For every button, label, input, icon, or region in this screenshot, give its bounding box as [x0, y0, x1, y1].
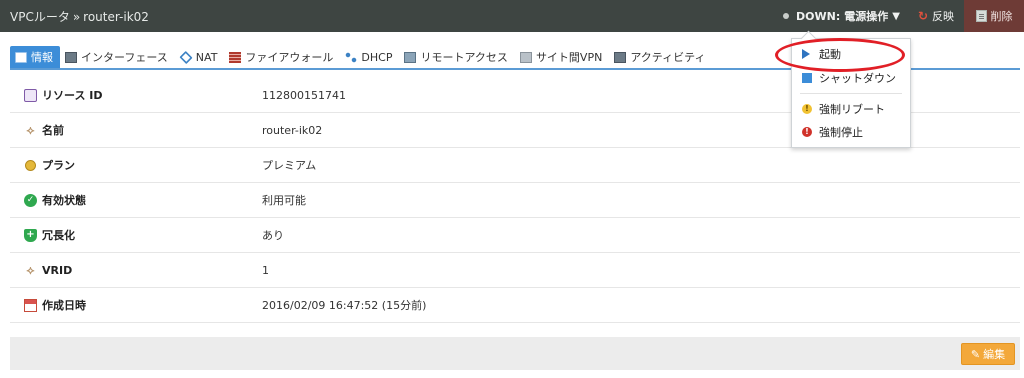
top-actions: DOWN: 電源操作 ▼ ↻ 反映 削除 — [783, 0, 1024, 32]
breadcrumb-parent-link[interactable]: VPCルータ — [10, 10, 70, 24]
power-dropdown-menu: 起動 シャットダウン ! 強制リブート ! 強制停止 — [791, 38, 911, 148]
detail-label: ⟡ 名前 — [10, 122, 262, 138]
tab-label: アクティビティ — [630, 51, 706, 64]
detail-value: 2016/02/09 16:47:52 (15分前) — [262, 299, 427, 312]
power-operation-label: 電源操作 — [844, 10, 889, 23]
caret-down-icon: ▼ — [892, 10, 900, 22]
menu-item-label: 起動 — [819, 48, 841, 61]
reflect-button[interactable]: ↻ 反映 — [918, 8, 954, 24]
tab-nat[interactable]: NAT — [175, 46, 225, 68]
warning-icon: ! — [802, 104, 812, 114]
id-card-icon — [24, 88, 37, 102]
trash-icon — [975, 10, 987, 22]
tab-label: 情報 — [31, 51, 53, 64]
tab-interface[interactable]: インターフェース — [60, 46, 175, 68]
check-circle-icon: ✓ — [24, 193, 37, 207]
detail-value: あり — [262, 229, 284, 242]
tag-icon: ⟡ — [26, 122, 35, 137]
edit-button[interactable]: ✎ 編集 — [961, 343, 1015, 365]
tag-icon: ⟡ — [26, 262, 35, 277]
remote-icon — [404, 51, 417, 63]
tab-label: NAT — [195, 50, 218, 64]
detail-row-availability: ✓ 有効状態 利用可能 — [10, 183, 1020, 218]
delete-button[interactable]: 削除 — [964, 0, 1024, 32]
menu-item-force-reboot[interactable]: ! 強制リブート — [802, 100, 885, 118]
detail-value: プレミアム — [262, 159, 317, 172]
menu-item-label: シャットダウン — [819, 72, 896, 85]
detail-label: ⟡ VRID — [10, 262, 262, 277]
detail-label-text: プラン — [42, 159, 75, 172]
detail-label-text: VRID — [42, 263, 73, 277]
breadcrumb: VPCルータ» router-ik02 — [10, 8, 149, 25]
detail-label: プラン — [10, 157, 262, 173]
dhcp-icon — [345, 51, 358, 63]
pencil-icon: ✎ — [970, 347, 981, 361]
tab-info[interactable]: 情報 — [10, 46, 60, 68]
breadcrumb-current: router-ik02 — [83, 10, 149, 24]
delete-label: 削除 — [990, 10, 1013, 23]
menu-item-force-stop[interactable]: ! 強制停止 — [802, 123, 863, 141]
refresh-icon: ↻ — [917, 9, 928, 23]
menu-divider — [800, 93, 902, 94]
detail-row-redundancy: + 冗長化 あり — [10, 218, 1020, 253]
detail-label-text: 作成日時 — [42, 299, 86, 312]
top-bar: VPCルータ» router-ik02 DOWN: 電源操作 ▼ ↻ 反映 削除 — [0, 0, 1024, 32]
detail-label-text: 有効状態 — [42, 194, 86, 207]
tab-activity[interactable]: アクティビティ — [609, 46, 712, 68]
detail-label: 作成日時 — [10, 297, 262, 313]
tab-label: インターフェース — [81, 51, 168, 64]
monitor-icon — [65, 51, 77, 63]
detail-label-text: リソース ID — [42, 89, 103, 102]
edit-label: 編集 — [983, 348, 1006, 361]
nat-icon — [179, 50, 193, 64]
status-dot-icon — [783, 13, 789, 19]
power-operation-button[interactable]: 電源操作 ▼ — [844, 8, 900, 24]
detail-value: 1 — [262, 263, 269, 277]
detail-row-plan: プラン プレミアム — [10, 148, 1020, 183]
menu-item-label: 強制停止 — [819, 126, 863, 139]
detail-label: + 冗長化 — [10, 227, 262, 243]
tab-remote-access[interactable]: リモートアクセス — [399, 46, 514, 68]
site-vpn-icon — [519, 51, 532, 63]
play-icon — [802, 49, 810, 59]
activity-icon — [614, 51, 627, 63]
detail-label-text: 名前 — [42, 124, 64, 137]
firewall-icon — [229, 51, 242, 63]
info-icon — [15, 51, 27, 63]
detail-value: 112800151741 — [262, 88, 346, 102]
detail-label-text: 冗長化 — [42, 229, 75, 242]
detail-value: 利用可能 — [262, 194, 306, 207]
tab-firewall[interactable]: ファイアウォール — [224, 46, 340, 68]
calendar-icon — [24, 298, 37, 312]
detail-label: リソース ID — [10, 87, 262, 103]
tab-label: リモートアクセス — [420, 51, 508, 64]
tab-label: DHCP — [361, 50, 393, 64]
footer-bar: ✎ 編集 — [10, 337, 1020, 370]
menu-item-start[interactable]: 起動 — [802, 45, 841, 63]
status-text: DOWN: — [796, 9, 841, 23]
reflect-label: 反映 — [932, 10, 954, 23]
menu-item-label: 強制リブート — [819, 103, 885, 116]
detail-row-vrid: ⟡ VRID 1 — [10, 253, 1020, 288]
menu-item-shutdown[interactable]: シャットダウン — [802, 69, 896, 87]
tab-label: サイト間VPN — [535, 51, 603, 64]
stop-icon — [802, 73, 812, 83]
shield-plus-icon: + — [24, 228, 37, 242]
award-icon — [25, 159, 36, 171]
error-icon: ! — [802, 127, 812, 137]
tab-label: ファイアウォール — [245, 51, 334, 64]
detail-row-created: 作成日時 2016/02/09 16:47:52 (15分前) — [10, 288, 1020, 323]
detail-label: ✓ 有効状態 — [10, 192, 262, 208]
tab-dhcp[interactable]: DHCP — [340, 46, 399, 68]
breadcrumb-separator: » — [72, 10, 81, 24]
tab-site-vpn[interactable]: サイト間VPN — [515, 46, 609, 68]
detail-value: router-ik02 — [262, 123, 323, 137]
